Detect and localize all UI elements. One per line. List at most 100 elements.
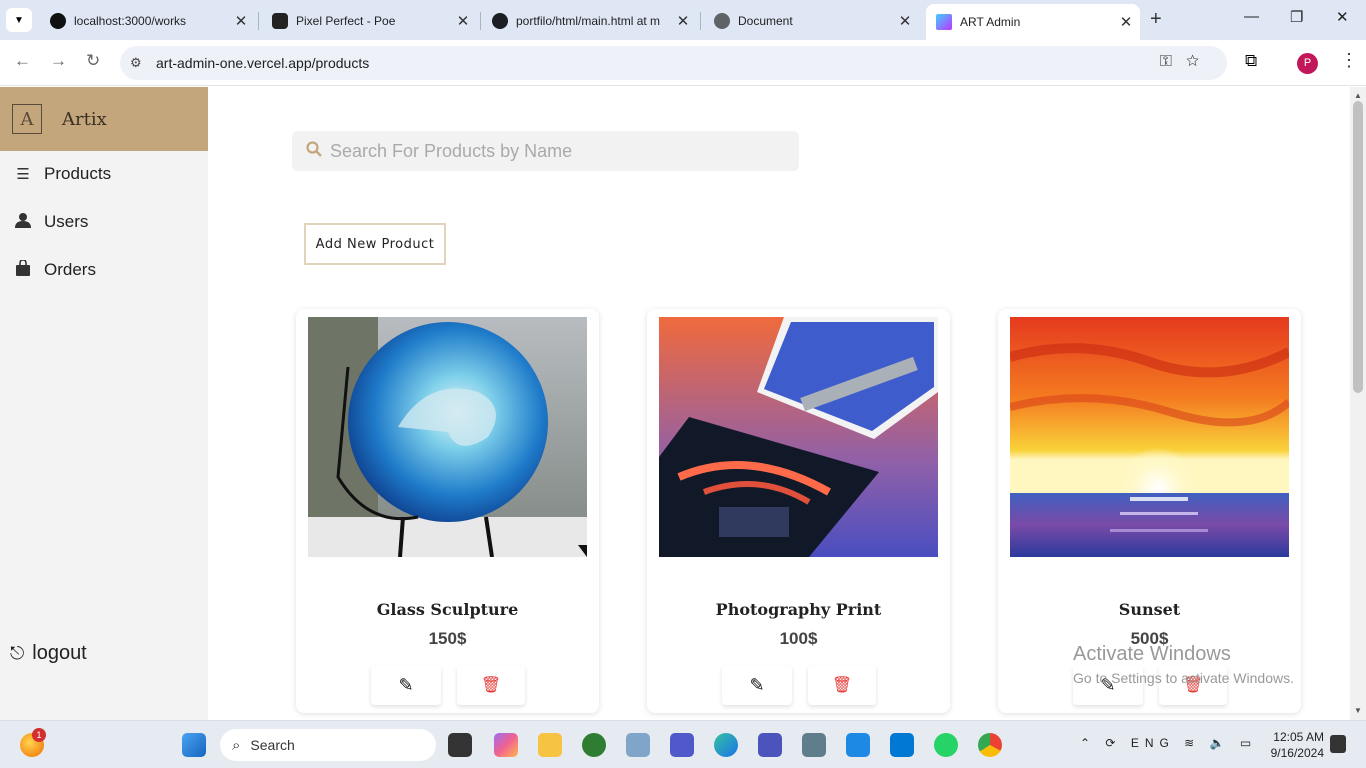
product-card: Photography Print 100$ ✎ 🗑 <box>647 309 950 713</box>
logout-button[interactable]: ⎋ logout <box>10 642 87 665</box>
scroll-up-arrow-icon[interactable]: ▲ <box>1354 91 1362 100</box>
profile-avatar[interactable]: P <box>1297 53 1318 74</box>
product-name: Glass Sculpture <box>376 600 519 619</box>
list-icon: ☰ <box>16 166 30 183</box>
tab-separator <box>480 12 481 30</box>
sidebar: A Artix ☰ Products Users Orders ⎋ logout <box>0 87 208 720</box>
reload-icon[interactable]: ↻ <box>86 51 100 71</box>
shopping-bag-icon <box>13 259 33 280</box>
product-card: Glass Sculpture 150$ ✎ 🗑 <box>296 309 599 713</box>
windows-start-icon[interactable] <box>182 733 206 757</box>
file-explorer-icon[interactable] <box>538 733 562 757</box>
browser-tab[interactable]: Document ✕ <box>704 6 919 36</box>
product-image <box>1010 317 1289 557</box>
scroll-down-arrow-icon[interactable]: ▼ <box>1354 706 1362 715</box>
product-image <box>308 317 587 557</box>
browser-tab-bar: ▼ localhost:3000/works ✕ Pixel Perfect -… <box>0 0 1366 40</box>
language-indicator[interactable]: ENG <box>1131 736 1175 750</box>
restore-icon[interactable]: ❐ <box>1290 8 1303 26</box>
tab-title: portfilo/html/main.html at m <box>516 14 661 28</box>
close-icon[interactable]: ✕ <box>233 12 249 30</box>
tab-title: Document <box>738 14 793 28</box>
delete-product-button[interactable]: 🗑 <box>457 665 525 705</box>
chevron-up-icon[interactable]: ⌃ <box>1080 736 1096 750</box>
vercel-icon <box>50 13 66 29</box>
product-name: Photography Print <box>715 600 882 619</box>
product-name: Sunset <box>1118 600 1181 619</box>
site-settings-icon[interactable]: ⚙ <box>130 55 150 71</box>
tab-title: Pixel Perfect - Poe <box>296 14 396 28</box>
chevron-down-icon: ▼ <box>14 14 24 26</box>
search-bar <box>292 131 799 171</box>
close-icon[interactable]: ✕ <box>675 12 691 30</box>
edit-icon: ✎ <box>398 674 414 695</box>
notification-bell-icon[interactable] <box>1330 735 1346 753</box>
browser-tab[interactable]: localhost:3000/works ✕ <box>40 6 255 36</box>
notification-badge: 1 <box>32 728 46 742</box>
paint-icon[interactable] <box>626 733 650 757</box>
calculator-icon[interactable] <box>802 733 826 757</box>
page-scrollbar[interactable]: ▲ ▼ <box>1350 87 1366 720</box>
copilot-icon[interactable] <box>494 733 518 757</box>
product-price: 150$ <box>428 629 467 648</box>
add-new-product-button[interactable]: Add New Product <box>304 223 446 265</box>
edit-icon: ✎ <box>749 674 765 695</box>
wifi-icon[interactable]: ≋ <box>1184 736 1200 750</box>
windows-taskbar: 1 ⌕ Search ⌃ ⟳ ENG ≋ 🔈 ▭ 12:05 AM 9/16/2… <box>0 720 1366 768</box>
browser-tab-active[interactable]: ART Admin ✕ <box>926 4 1140 40</box>
battery-icon[interactable]: ▭ <box>1240 736 1257 750</box>
teams-work-icon[interactable] <box>758 733 782 757</box>
app-leaf-icon[interactable] <box>582 733 606 757</box>
close-icon[interactable]: ✕ <box>897 12 913 30</box>
vscode-icon[interactable] <box>890 733 914 757</box>
edit-icon: ✎ <box>1100 674 1116 695</box>
search-icon: ⌕ <box>232 736 241 754</box>
password-key-icon[interactable]: ⚿ <box>1160 53 1186 70</box>
volume-icon[interactable]: 🔈 <box>1210 736 1231 750</box>
delete-product-button[interactable]: 🗑 <box>808 665 876 705</box>
taskbar-search[interactable]: ⌕ Search <box>220 729 436 761</box>
more-menu-icon[interactable]: ⋮ <box>1340 50 1358 71</box>
edit-product-button[interactable]: ✎ <box>722 665 792 705</box>
browser-tab[interactable]: Pixel Perfect - Poe ✕ <box>262 6 477 36</box>
scrollbar-thumb[interactable] <box>1353 101 1363 393</box>
teams-icon[interactable] <box>670 733 694 757</box>
extensions-puzzle-icon[interactable]: ⧉ <box>1245 51 1257 71</box>
close-icon[interactable]: ✕ <box>1118 13 1134 31</box>
clock-time: 12:05 AM <box>1273 730 1324 744</box>
product-image <box>659 317 938 557</box>
sidebar-item-orders[interactable]: Orders <box>0 252 208 288</box>
sidebar-item-products[interactable]: ☰ Products <box>0 156 208 192</box>
new-tab-button[interactable]: + <box>1150 8 1162 31</box>
tab-separator <box>258 12 259 30</box>
edit-product-button[interactable]: ✎ <box>371 665 441 705</box>
clock-date: 9/16/2024 <box>1270 746 1324 760</box>
close-icon[interactable]: ✕ <box>455 12 471 30</box>
edit-product-button[interactable]: ✎ <box>1073 665 1143 705</box>
edge-icon[interactable] <box>714 733 738 757</box>
task-view-icon[interactable] <box>448 733 472 757</box>
system-clock[interactable]: 12:05 AM 9/16/2024 <box>1262 729 1324 761</box>
search-input[interactable] <box>330 140 770 162</box>
product-card: Sunset 500$ ✎ 🗑 <box>998 309 1301 713</box>
photos-icon[interactable] <box>846 733 870 757</box>
tab-separator <box>700 12 701 30</box>
forward-arrow-icon[interactable]: → <box>50 51 67 71</box>
back-arrow-icon[interactable]: ← <box>14 51 31 71</box>
github-icon <box>492 13 508 29</box>
chrome-icon[interactable] <box>978 733 1002 757</box>
delete-product-button[interactable]: 🗑 <box>1159 665 1227 705</box>
whatsapp-icon[interactable] <box>934 733 958 757</box>
user-icon <box>13 212 33 232</box>
logout-label: logout <box>32 642 87 664</box>
browser-tab[interactable]: portfilo/html/main.html at m ✕ <box>482 6 697 36</box>
sidebar-item-users[interactable]: Users <box>0 204 208 240</box>
sync-icon[interactable]: ⟳ <box>1105 736 1121 750</box>
minimize-icon[interactable]: — <box>1244 8 1259 25</box>
tab-search-button[interactable]: ▼ <box>6 8 32 32</box>
vite-icon <box>936 14 952 30</box>
brand-header: A Artix <box>0 87 208 151</box>
bookmark-star-icon[interactable]: ☆ <box>1186 53 1213 70</box>
window-close-icon[interactable]: ✕ <box>1336 8 1349 26</box>
address-bar[interactable]: ⚙ art-admin-one.vercel.app/products ⚿☆ <box>120 46 1227 80</box>
